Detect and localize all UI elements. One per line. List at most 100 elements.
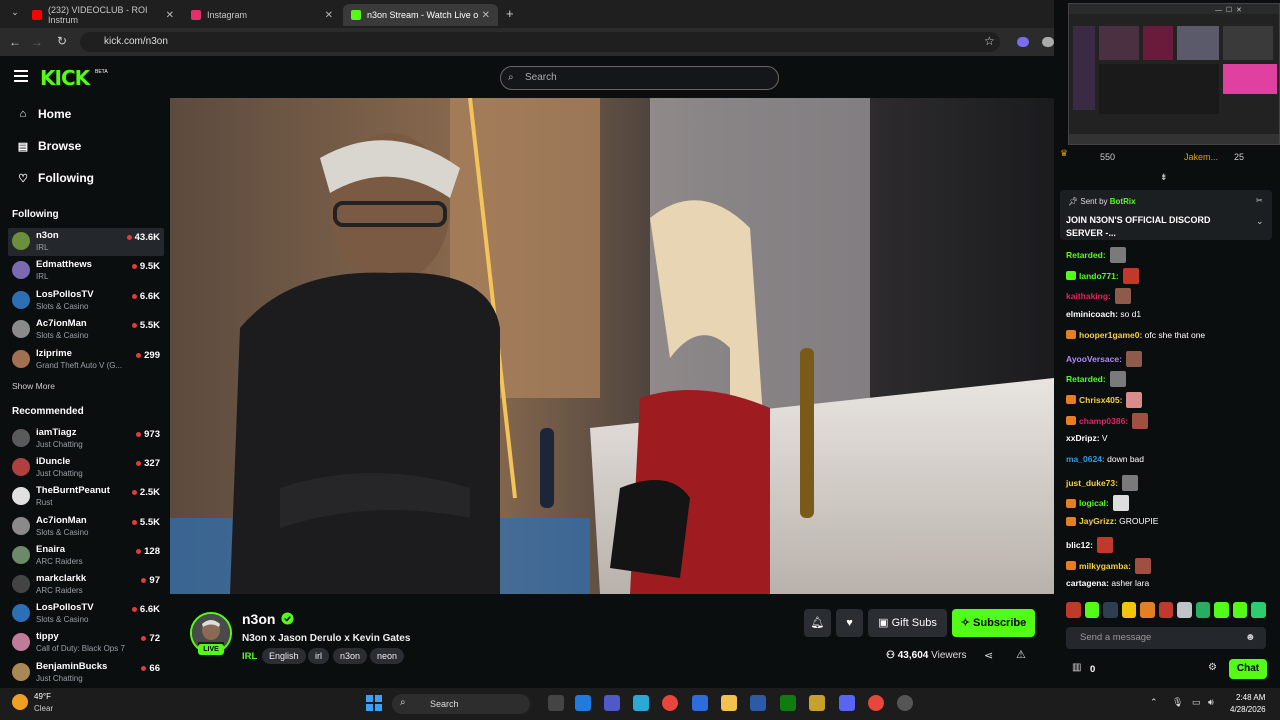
back-icon[interactable]: ←: [4, 35, 26, 49]
emote-icon[interactable]: [1251, 602, 1267, 618]
sidebar-channel[interactable]: BenjaminBucks Just Chatting 66: [8, 659, 164, 687]
bookmark-star-icon[interactable]: ☆: [984, 34, 995, 48]
chat-message[interactable]: champ0386:: [1066, 412, 1149, 429]
gift-subs-button[interactable]: ▣ Gift Subs: [868, 609, 947, 637]
menu-icon[interactable]: [14, 70, 28, 82]
chat-username[interactable]: JayGrizz:: [1079, 516, 1117, 526]
send-chat-button[interactable]: Chat: [1229, 659, 1267, 679]
windows-start-icon[interactable]: [366, 695, 382, 711]
chat-message[interactable]: blic12:: [1066, 536, 1113, 553]
nav-browse[interactable]: ▤ Browse: [16, 139, 82, 153]
chat-username[interactable]: xxDripz:: [1066, 433, 1100, 443]
chat-username[interactable]: Chrisx405:: [1079, 395, 1122, 405]
chat-message[interactable]: lando771:: [1066, 267, 1139, 284]
close-tab-icon[interactable]: ✕: [482, 10, 490, 21]
clock-time[interactable]: 2:48 AM: [1236, 693, 1265, 702]
chat-username[interactable]: lando771:: [1079, 271, 1119, 281]
unpin-icon[interactable]: ✂: [1256, 196, 1263, 205]
chat-message[interactable]: kaithaking:: [1066, 288, 1131, 305]
url-field[interactable]: kick.com/n3on: [80, 32, 1000, 52]
chat-message[interactable]: hooper1game0: ofc she that one: [1066, 330, 1205, 340]
follow-heart-button[interactable]: ♥: [836, 609, 863, 637]
copilot-icon[interactable]: [633, 695, 649, 711]
chat-message[interactable]: Retarded:: [1066, 247, 1126, 263]
notification-bell-button[interactable]: 🔔︎: [804, 609, 831, 637]
nav-home[interactable]: ⌂ Home: [16, 107, 72, 121]
emote-icon[interactable]: [1084, 602, 1100, 618]
emote-icon[interactable]: [1103, 602, 1118, 618]
microphone-icon[interactable]: 🎙︎: [1172, 697, 1183, 708]
obs-icon[interactable]: [897, 695, 913, 711]
chat-username[interactable]: blic12:: [1066, 540, 1093, 550]
report-icon[interactable]: ⚠: [1016, 648, 1026, 661]
tag-english[interactable]: English: [262, 648, 306, 664]
chat-message-input[interactable]: Send a message: [1066, 627, 1266, 649]
emote-icon[interactable]: [1121, 602, 1137, 618]
chat-message[interactable]: elminicoach: so d1: [1066, 309, 1141, 319]
search-input[interactable]: Search: [500, 66, 779, 90]
sidebar-channel[interactable]: markclarkk ARC Raiders 97: [8, 571, 164, 599]
chat-username[interactable]: kaithaking:: [1066, 291, 1111, 301]
chat-username[interactable]: milkygamba:: [1079, 561, 1131, 571]
chat-username[interactable]: Retarded:: [1066, 250, 1106, 260]
chat-username[interactable]: logical:: [1079, 498, 1109, 508]
chevron-down-icon[interactable]: ⌄: [1256, 216, 1264, 227]
sidebar-channel[interactable]: LosPollosTV Slots & Casino 6.6K: [8, 600, 164, 628]
share-icon[interactable]: ⋖: [984, 649, 993, 662]
chat-message[interactable]: JayGrizz: GROUPIE: [1066, 516, 1158, 526]
clock-date[interactable]: 4/28/2026: [1230, 705, 1266, 714]
sidebar-channel[interactable]: iDuncle Just Chatting 327: [8, 454, 164, 482]
category-link[interactable]: IRL: [242, 651, 257, 662]
tag-irl[interactable]: irl: [308, 648, 329, 664]
chat-message[interactable]: cartagena: asher lara: [1066, 578, 1149, 588]
sidebar-channel[interactable]: Enaira ARC Raiders 128: [8, 542, 164, 570]
emote-icon[interactable]: [1140, 602, 1155, 618]
picture-in-picture-window[interactable]: — ☐ ✕: [1068, 3, 1280, 145]
store-icon[interactable]: [692, 695, 708, 711]
kick-logo[interactable]: KICK: [40, 66, 90, 90]
chat-message[interactable]: ma_0624: down bad: [1066, 454, 1144, 464]
tab-instagram[interactable]: Instagram ✕: [183, 4, 341, 26]
reload-icon[interactable]: ↻: [51, 34, 73, 48]
new-tab-icon[interactable]: +: [506, 6, 514, 21]
teams-icon[interactable]: [604, 695, 620, 711]
forward-icon[interactable]: →: [26, 35, 48, 49]
sidebar-channel[interactable]: lziprime Grand Theft Auto V (G... 299: [8, 346, 164, 374]
xbox-icon[interactable]: [780, 695, 796, 711]
extension-icon[interactable]: [1017, 37, 1029, 47]
taskbar-search[interactable]: Search: [392, 694, 530, 714]
discord-icon[interactable]: [839, 695, 855, 711]
emote-icon[interactable]: [1214, 602, 1229, 618]
pinned-message[interactable]: 📌︎ Sent by BotRix JOIN N3ON'S OFFICIAL D…: [1060, 190, 1272, 240]
chat-message[interactable]: milkygamba:: [1066, 557, 1151, 574]
sidebar-channel[interactable]: Ac7ionMan Slots & Casino 5.5K: [8, 316, 164, 344]
emote-icon[interactable]: [1066, 602, 1081, 618]
file-explorer-icon[interactable]: [721, 695, 737, 711]
close-tab-icon[interactable]: ✕: [325, 10, 333, 21]
weather-icon[interactable]: [12, 694, 28, 710]
sidebar-channel[interactable]: TheBurntPeanut Rust 2.5K: [8, 483, 164, 511]
task-view-icon[interactable]: [548, 695, 564, 711]
edge-icon[interactable]: [575, 695, 591, 711]
chat-username[interactable]: hooper1game0:: [1079, 330, 1142, 340]
emote-icon[interactable]: [1232, 602, 1248, 618]
video-player[interactable]: [170, 98, 1054, 594]
sidebar-channel[interactable]: tippy Call of Duty: Black Ops 7 72: [8, 629, 164, 657]
network-icon[interactable]: ▭: [1192, 697, 1201, 708]
chat-message[interactable]: Retarded:: [1066, 371, 1126, 388]
chat-username[interactable]: cartagena:: [1066, 578, 1109, 588]
chrome-icon[interactable]: [662, 695, 678, 711]
chat-message[interactable]: Chrisx405:: [1066, 391, 1143, 408]
chat-message[interactable]: logical:: [1066, 495, 1129, 512]
chat-username[interactable]: elminicoach:: [1066, 309, 1118, 319]
chrome-icon[interactable]: [868, 695, 884, 711]
subscribe-button[interactable]: ✧ Subscribe: [952, 609, 1035, 637]
collapse-icon[interactable]: ⇟: [1160, 172, 1168, 183]
chat-settings-icon[interactable]: ⚙: [1208, 662, 1217, 673]
nav-following[interactable]: ♡ Following: [16, 171, 94, 185]
chat-username[interactable]: AyooVersace:: [1066, 354, 1122, 364]
tab-kick[interactable]: n3on Stream - Watch Live o ✕: [343, 4, 498, 26]
tab-search-icon[interactable]: ⌄: [4, 7, 26, 18]
show-more-link[interactable]: Show More: [12, 381, 55, 391]
chat-message[interactable]: just_duke73:: [1066, 474, 1138, 491]
